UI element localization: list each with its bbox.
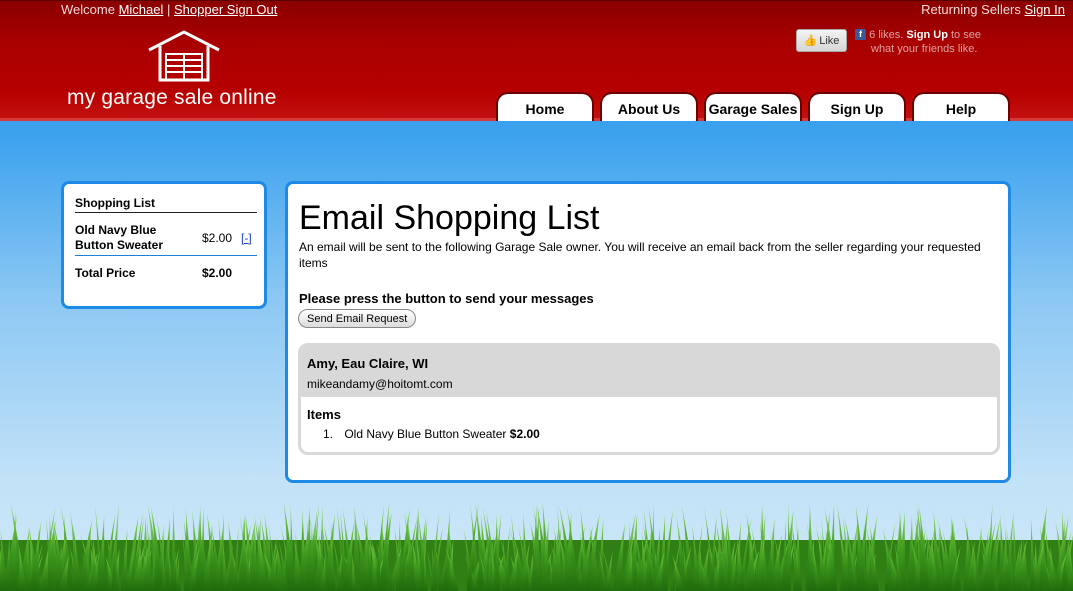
page-description: An email will be sent to the following G… bbox=[299, 240, 981, 270]
nav-tab-sign-up[interactable]: Sign Up bbox=[808, 92, 906, 121]
welcome-separator: | bbox=[167, 2, 171, 17]
returning-sellers-label: Returning Sellers bbox=[921, 2, 1021, 17]
site-header: Welcome Michael | Shopper Sign Out Retur… bbox=[0, 0, 1073, 121]
item-number: 1. bbox=[323, 427, 334, 441]
shopping-list-item-price: $2.00 bbox=[202, 231, 233, 245]
thumbs-up-icon: 👍 bbox=[803, 35, 818, 47]
nav-tab-garage-sales[interactable]: Garage Sales bbox=[704, 92, 802, 121]
returning-sellers-bar: Returning Sellers Sign In bbox=[921, 3, 1065, 17]
item-price: $2.00 bbox=[509, 427, 540, 441]
welcome-prefix: Welcome bbox=[61, 2, 115, 17]
likes-count: 6 likes. bbox=[869, 29, 904, 41]
site-logo-text[interactable]: my garage sale online bbox=[67, 86, 277, 110]
like-label: Like bbox=[819, 34, 840, 47]
garage-logo-icon[interactable] bbox=[146, 29, 222, 83]
facebook-like-button[interactable]: 👍 Like bbox=[796, 29, 847, 52]
seller-name: Amy, Eau Claire, WI bbox=[307, 356, 429, 371]
send-email-request-button[interactable]: Send Email Request bbox=[298, 309, 417, 328]
shopping-list-panel: Shopping List Old Navy Blue Button Sweat… bbox=[61, 181, 267, 309]
email-shopping-list-panel: Email Shopping List An email will be sen… bbox=[285, 181, 1011, 483]
item-name: Old Navy Blue Button Sweater bbox=[344, 427, 507, 441]
facebook-like-info: f 6 likes. Sign Up to see what your frie… bbox=[855, 28, 1005, 56]
total-price-label: Total Price bbox=[75, 266, 136, 280]
shopping-list-item-name: Old Navy Blue Button Sweater bbox=[75, 223, 164, 252]
welcome-bar: Welcome Michael | Shopper Sign Out bbox=[61, 3, 277, 17]
sign-in-link[interactable]: Sign In bbox=[1025, 2, 1065, 17]
seller-card-header: Amy, Eau Claire, WI mikeandamy@hoitomt.c… bbox=[301, 346, 997, 397]
user-name-link[interactable]: Michael bbox=[119, 2, 164, 17]
grass-decoration bbox=[0, 501, 1073, 591]
nav-tab-help[interactable]: Help bbox=[912, 92, 1010, 121]
page-title: Email Shopping List bbox=[299, 199, 600, 237]
total-price-value: $2.00 bbox=[202, 266, 233, 280]
seller-email: mikeandamy@hoitomt.com bbox=[307, 377, 453, 391]
send-instruction: Please press the button to send your mes… bbox=[299, 291, 594, 306]
shopper-sign-out-link[interactable]: Shopper Sign Out bbox=[174, 2, 277, 17]
shopping-list-title: Shopping List bbox=[75, 196, 257, 213]
remove-item-link[interactable]: [-] bbox=[241, 231, 252, 245]
items-heading: Items bbox=[307, 407, 341, 422]
seller-card: Amy, Eau Claire, WI mikeandamy@hoitomt.c… bbox=[298, 343, 1000, 455]
list-item: 1. Old Navy Blue Button Sweater $2.00 bbox=[323, 427, 540, 441]
facebook-sign-up-link[interactable]: Sign Up bbox=[906, 29, 948, 41]
shopping-list-divider bbox=[75, 255, 257, 256]
facebook-icon: f bbox=[855, 29, 866, 40]
likes-line2: what your friends like. bbox=[871, 43, 978, 55]
nav-tab-about-us[interactable]: About Us bbox=[600, 92, 698, 121]
nav-tab-home[interactable]: Home bbox=[496, 92, 594, 121]
likes-suffix: to see bbox=[951, 29, 981, 41]
